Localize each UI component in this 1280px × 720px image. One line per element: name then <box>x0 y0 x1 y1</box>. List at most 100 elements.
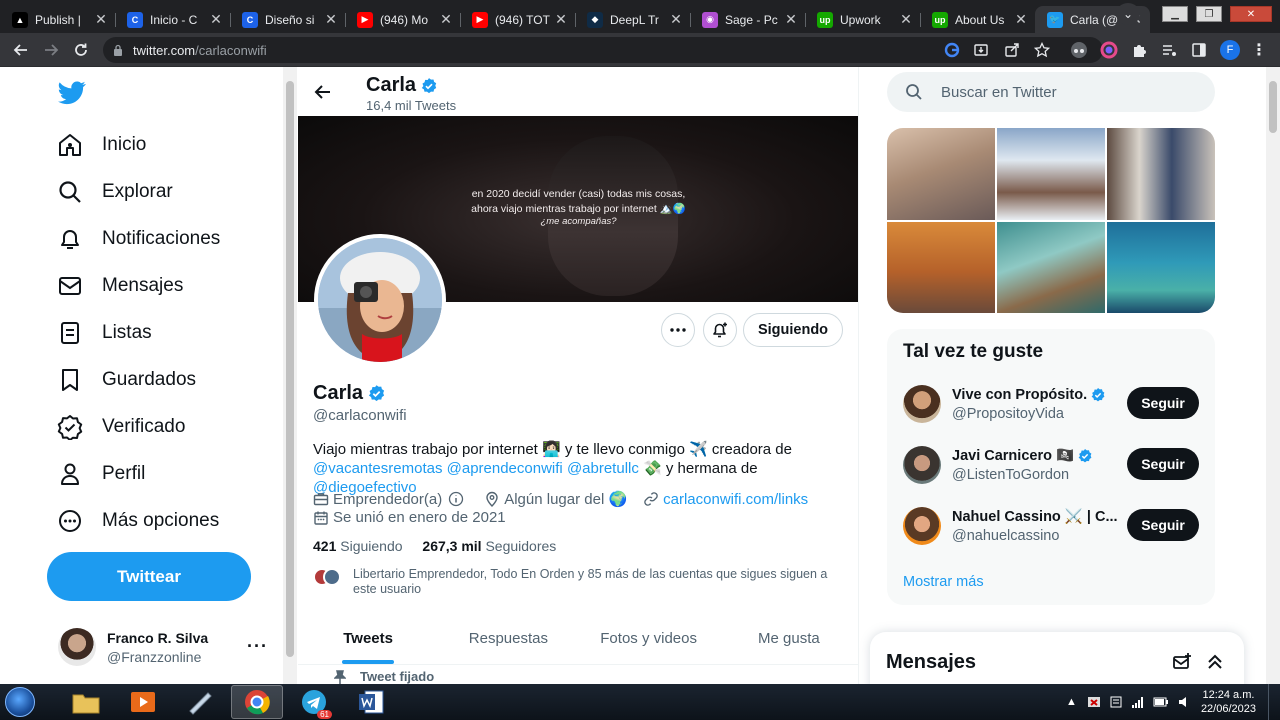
browser-tab[interactable]: up About Us ✕ <box>920 6 1035 33</box>
sidebar-scrollbar[interactable] <box>283 67 297 684</box>
browser-tab[interactable]: ▶ (946) TOT ✕ <box>460 6 575 33</box>
messages-drawer[interactable]: Mensajes <box>870 632 1244 692</box>
close-tab-icon[interactable]: ✕ <box>898 11 914 28</box>
suggestion-row[interactable]: Vive con Propósito. @PropositoyVida Segu… <box>903 379 1203 429</box>
media-thumbnail[interactable] <box>997 221 1105 313</box>
taskbar-clock[interactable]: 12:24 a.m. 22/06/2023 <box>1201 688 1256 716</box>
nav-item-guardados[interactable]: Guardados <box>56 358 196 402</box>
browser-tab[interactable]: ▲ Publish | ✕ <box>0 6 115 33</box>
install-app-icon[interactable] <box>972 41 990 59</box>
page-scrollbar[interactable] <box>1266 67 1280 684</box>
close-tab-icon[interactable]: ✕ <box>323 11 339 28</box>
tab-respuestas[interactable]: Respuestas <box>438 612 578 664</box>
media-player-taskbar-icon[interactable] <box>117 685 169 719</box>
nav-item-explorar[interactable]: Explorar <box>56 170 173 214</box>
tray-overflow-icon[interactable]: ▲ <box>1066 696 1077 708</box>
action-center-icon[interactable] <box>1109 695 1123 709</box>
google-icon[interactable] <box>943 41 961 59</box>
chrome-taskbar-icon[interactable] <box>231 685 283 719</box>
followers-link[interactable]: 267,3 mil Seguidores <box>422 538 556 554</box>
reload-icon[interactable] <box>66 42 96 58</box>
profile-avatar[interactable] <box>314 234 446 366</box>
close-tab-icon[interactable]: ✕ <box>1013 11 1029 28</box>
browser-tab[interactable]: up Upwork ✕ <box>805 6 920 33</box>
close-tab-icon[interactable]: ✕ <box>93 11 109 28</box>
word-taskbar-icon[interactable] <box>345 685 397 719</box>
notify-subscribe-button[interactable] <box>703 313 737 347</box>
tweet-button[interactable]: Twittear <box>47 552 251 601</box>
close-tab-icon[interactable]: ✕ <box>438 11 454 28</box>
profile-more-button[interactable] <box>661 313 695 347</box>
browser-tab[interactable]: ◆ DeepL Tr ✕ <box>575 6 690 33</box>
browser-profile-avatar[interactable]: F <box>1220 40 1240 60</box>
media-thumbnail[interactable] <box>887 128 995 220</box>
incognito-extension-icon[interactable] <box>1070 41 1088 59</box>
minimize-button[interactable]: ▁ <box>1162 6 1188 22</box>
media-thumbnail[interactable] <box>997 128 1105 220</box>
side-panel-icon[interactable] <box>1190 41 1208 59</box>
extensions-puzzle-icon[interactable] <box>1130 41 1148 59</box>
tab-me-gusta[interactable]: Me gusta <box>719 612 858 664</box>
media-control-icon[interactable] <box>1160 41 1178 59</box>
tab-fotos-videos[interactable]: Fotos y videos <box>579 612 719 664</box>
following-button[interactable]: Siguiendo <box>743 313 843 347</box>
following-link[interactable]: 421 Siguiendo <box>313 538 403 554</box>
twitter-bird-icon[interactable] <box>58 81 86 105</box>
browser-tab[interactable]: C Diseño si ✕ <box>230 6 345 33</box>
search-input[interactable]: Buscar en Twitter <box>941 84 1057 101</box>
nav-item-verificado[interactable]: Verificado <box>56 405 185 449</box>
browser-menu-icon[interactable]: ⋮ <box>1250 41 1268 59</box>
close-tab-icon[interactable]: ✕ <box>783 11 799 28</box>
browser-tab[interactable]: ◉ Sage - Pc ✕ <box>690 6 805 33</box>
new-message-icon[interactable] <box>1172 652 1192 672</box>
browser-tab[interactable]: ▶ (946) Mo ✕ <box>345 6 460 33</box>
follow-button[interactable]: Seguir <box>1127 387 1199 419</box>
maximize-button[interactable]: ❐ <box>1196 6 1222 22</box>
close-tab-icon[interactable]: ✕ <box>668 11 684 28</box>
account-more-icon[interactable]: ··· <box>247 636 268 657</box>
share-icon[interactable] <box>1003 41 1021 59</box>
show-desktop-button[interactable] <box>1268 684 1280 720</box>
nav-item-mas-opciones[interactable]: Más opciones <box>56 499 219 543</box>
website-link[interactable]: carlaconwifi.com/links <box>663 491 808 508</box>
battery-icon[interactable] <box>1153 696 1169 708</box>
nav-item-perfil[interactable]: Perfil <box>56 452 145 496</box>
suggestion-row[interactable]: Nahuel Cassino ⚔️ | C... @nahuelcassino … <box>903 501 1203 551</box>
expand-chevrons-icon[interactable] <box>1206 653 1224 671</box>
network-signal-icon[interactable] <box>1131 695 1145 709</box>
back-arrow-icon[interactable] <box>314 83 332 101</box>
follow-button[interactable]: Seguir <box>1127 509 1199 541</box>
security-tray-icon[interactable] <box>1087 695 1101 709</box>
follow-button[interactable]: Seguir <box>1127 448 1199 480</box>
close-window-button[interactable]: ✕ <box>1230 6 1272 22</box>
search-box[interactable]: Buscar en Twitter <box>887 72 1215 112</box>
bio-mention-link[interactable]: @aprendeconwifi <box>447 460 563 477</box>
media-thumbnail[interactable] <box>1107 221 1215 313</box>
bookmark-star-icon[interactable] <box>1033 41 1051 59</box>
media-thumbnail[interactable] <box>887 221 995 313</box>
nav-item-inicio[interactable]: Inicio <box>56 123 146 167</box>
bio-mention-link[interactable]: @vacantesremotas <box>313 460 442 477</box>
telegram-taskbar-icon[interactable]: 61 <box>288 685 340 719</box>
tab-tweets[interactable]: Tweets <box>298 612 438 664</box>
close-tab-icon[interactable]: ✕ <box>553 11 569 28</box>
nav-item-listas[interactable]: Listas <box>56 311 152 355</box>
tab-search-chevron-icon[interactable]: ⌄ <box>1116 3 1140 25</box>
color-extension-icon[interactable] <box>1100 41 1118 59</box>
nav-item-mensajes[interactable]: Mensajes <box>56 264 183 308</box>
file-explorer-taskbar-icon[interactable] <box>60 685 112 719</box>
back-arrow-icon[interactable] <box>6 42 36 58</box>
browser-tab[interactable]: C Inicio - C ✕ <box>115 6 230 33</box>
verified-badge-icon[interactable] <box>367 384 386 403</box>
account-switcher[interactable]: Franco R. Silva @Franzzonline ··· <box>58 628 268 666</box>
close-tab-icon[interactable]: ✕ <box>208 11 224 28</box>
volume-icon[interactable] <box>1177 695 1191 709</box>
show-more-link[interactable]: Mostrar más <box>903 574 984 590</box>
forward-arrow-icon[interactable] <box>36 42 66 58</box>
start-button[interactable] <box>0 684 40 720</box>
suggestion-row[interactable]: Javi Carnicero 🏴‍☠️ @ListenToGordon Segu… <box>903 440 1203 490</box>
nav-item-notificaciones[interactable]: Notificaciones <box>56 217 220 261</box>
media-thumbnail[interactable] <box>1107 128 1215 220</box>
bio-mention-link[interactable]: @abretullc <box>567 460 639 477</box>
info-icon[interactable] <box>448 491 468 507</box>
